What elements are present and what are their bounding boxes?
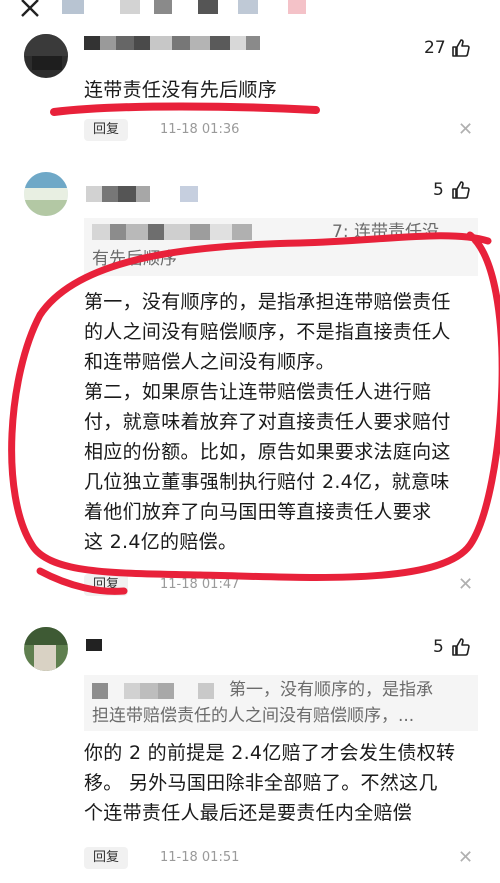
comment-2: 5 7: 连带责任没 有先后顺序 第一，没有顺序的，是指承担连带赔偿责任 的人之… — [0, 160, 500, 600]
username-blurred[interactable] — [86, 639, 102, 651]
reply-button[interactable]: 回复 — [84, 119, 128, 141]
thumbs-up-icon[interactable] — [451, 38, 471, 58]
timestamp: 11-18 01:36 — [160, 122, 240, 137]
quoted-reply[interactable]: 第一，没有顺序的，是指承 担连带赔偿责任的人之间没有赔偿顺序，... — [84, 675, 478, 731]
text-line: 移。 另外马国田除非全部赔了。不然这几 — [84, 772, 438, 794]
quoted-text-line1: 7: 连带责任没 — [332, 222, 439, 242]
text-line: 第一，没有顺序的，是指承担连带赔偿责任 — [84, 291, 451, 313]
quoted-text-line1: 第一，没有顺序的，是指承 — [229, 680, 433, 700]
top-bar — [0, 0, 500, 22]
avatar[interactable] — [24, 34, 68, 78]
close-icon[interactable] — [18, 0, 42, 18]
timestamp: 11-18 01:47 — [160, 577, 240, 592]
quoted-text-line2: 担连带赔偿责任的人之间没有赔偿顺序，... — [92, 706, 415, 726]
timestamp: 11-18 01:51 — [160, 850, 240, 865]
text-line: 你的 2 的前提是 2.4亿赔了才会发生债权转 — [84, 742, 456, 764]
text-line: 第二，如果原告让连带赔偿责任人进行赔 — [84, 381, 432, 403]
text-line: 的人之间没有赔偿顺序，不是指直接责任人 — [84, 321, 451, 343]
close-icon[interactable]: ✕ — [458, 574, 473, 595]
like-count: 5 — [433, 637, 444, 657]
like-count: 5 — [433, 180, 444, 200]
avatar[interactable] — [24, 627, 68, 671]
quoted-username-blurred — [92, 683, 214, 699]
blurred-header — [62, 0, 306, 14]
text-line: 付，就意味着放弃了对直接责任人要求赔付 — [84, 411, 451, 433]
comment-3: 5 第一，没有顺序的，是指承 担连带赔偿责任的人之间没有赔偿顺序，... 你的 … — [0, 615, 500, 883]
quoted-text-line2: 有先后顺序 — [92, 249, 177, 269]
close-icon[interactable]: ✕ — [458, 119, 473, 140]
reply-button[interactable]: 回复 — [84, 574, 128, 596]
reply-button[interactable]: 回复 — [84, 847, 128, 869]
text-line: 着他们放弃了向马国田等直接责任人要求 — [84, 501, 432, 523]
quoted-reply[interactable]: 7: 连带责任没 有先后顺序 — [84, 218, 478, 276]
comment-text: 连带责任没有先后顺序 — [84, 79, 278, 101]
comment-1: 27 连带责任没有先后顺序 回复 11-18 01:36 ✕ — [0, 22, 500, 147]
thumbs-up-icon[interactable] — [451, 180, 471, 200]
text-line: 这 2.4亿的赔偿。 — [84, 531, 238, 553]
quoted-username-blurred — [92, 224, 252, 240]
avatar[interactable] — [24, 172, 68, 216]
username-blurred[interactable] — [86, 186, 198, 202]
username-blurred[interactable] — [84, 36, 260, 50]
text-line: 个连带责任人最后还是要责任内全赔偿 — [84, 802, 413, 824]
like-count: 27 — [424, 38, 446, 58]
text-line: 和连带赔偿人之间没有顺序。 — [84, 351, 335, 373]
text-line: 相应的份额。比如，原告如果要求法庭向这 — [84, 441, 451, 463]
close-icon[interactable]: ✕ — [458, 847, 473, 868]
text-line: 几位独立董事强制执行赔付 2.4亿，就意味 — [84, 471, 450, 493]
thumbs-up-icon[interactable] — [451, 637, 471, 657]
